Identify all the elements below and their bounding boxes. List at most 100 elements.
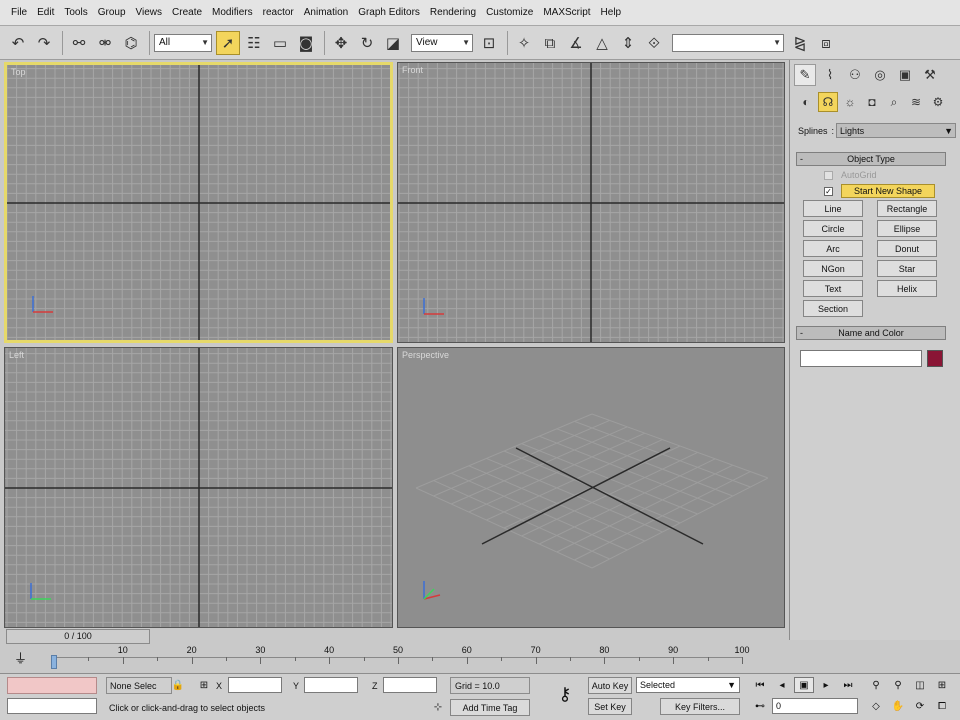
unlink-button[interactable]: ⚮ xyxy=(93,31,117,55)
menu-views[interactable]: Views xyxy=(131,0,168,26)
align-button[interactable]: ⧈ xyxy=(814,31,838,55)
window-crossing-button[interactable]: ◙ xyxy=(294,31,318,55)
tab-motion[interactable]: ◎ xyxy=(869,64,891,86)
zoom-extents-icon[interactable]: ◫ xyxy=(910,677,930,693)
viewport-label-front[interactable]: Front xyxy=(402,65,423,75)
maxscript-input[interactable] xyxy=(7,698,97,714)
viewport-label-left[interactable]: Left xyxy=(9,350,24,360)
viewport-left[interactable]: Left xyxy=(4,347,393,628)
star-button[interactable]: Star xyxy=(877,260,937,277)
category-cameras[interactable]: ◘ xyxy=(862,92,882,112)
viewport-top[interactable]: Top xyxy=(4,62,393,343)
select-manipulate-button[interactable]: ✧ xyxy=(512,31,536,55)
select-and-scale-button[interactable]: ◪ xyxy=(381,31,405,55)
key-filters-button[interactable]: Key Filters... xyxy=(660,698,740,715)
percent-snap-button[interactable]: △ xyxy=(590,31,614,55)
named-selection-dropdown[interactable]: ▼ xyxy=(672,33,784,52)
category-helpers[interactable]: ⌕ xyxy=(884,92,904,112)
play-icon[interactable]: ▣ xyxy=(794,677,814,693)
go-to-start-icon[interactable]: ⏮ xyxy=(750,677,770,693)
viewport-label-perspective[interactable]: Perspective xyxy=(402,350,449,360)
key-mode-dropdown[interactable]: Selected ▼ xyxy=(636,677,740,693)
z-coordinate-field[interactable] xyxy=(383,677,437,693)
category-dropdown[interactable]: Lights ▼ xyxy=(836,123,956,138)
current-frame-field[interactable]: 0 xyxy=(772,698,858,714)
menu-rendering[interactable]: Rendering xyxy=(425,0,481,26)
select-by-name-button[interactable]: ☷ xyxy=(242,31,266,55)
rectangular-selection-button[interactable]: ▭ xyxy=(268,31,292,55)
donut-button[interactable]: Donut xyxy=(877,240,937,257)
viewport-front[interactable]: Front xyxy=(397,62,785,343)
menu-animation[interactable]: Animation xyxy=(299,0,353,26)
next-frame-icon[interactable]: ▸ xyxy=(816,677,836,693)
angle-snap-button[interactable]: ∡ xyxy=(564,31,588,55)
time-cursor[interactable] xyxy=(51,655,57,669)
category-lights[interactable]: ☼ xyxy=(840,92,860,112)
viewport-perspective[interactable]: Perspective xyxy=(397,347,785,628)
set-key-icon[interactable]: ⚷ xyxy=(550,682,580,706)
lock-selection-icon[interactable]: 🔒 xyxy=(168,677,188,693)
absolute-offset-toggle-icon[interactable]: ⊞ xyxy=(194,677,214,693)
menu-tools[interactable]: Tools xyxy=(59,0,92,26)
zoom-all-icon[interactable]: ⚲ xyxy=(888,677,908,693)
time-slider[interactable]: 0 / 100 xyxy=(6,629,150,644)
orbit-icon[interactable]: ⟳ xyxy=(910,698,930,714)
snaps-toggle-button[interactable]: ⧉ xyxy=(538,31,562,55)
arc-button[interactable]: Arc xyxy=(803,240,863,257)
tab-hierarchy[interactable]: ⚇ xyxy=(844,64,866,86)
set-key-button[interactable]: Set Key xyxy=(588,698,632,715)
autogrid-checkbox[interactable] xyxy=(824,170,833,180)
selection-filter-dropdown[interactable]: All ▼ xyxy=(154,33,212,52)
menu-create[interactable]: Create xyxy=(167,0,207,26)
x-coordinate-field[interactable] xyxy=(228,677,282,693)
tab-create[interactable]: ✎ xyxy=(794,64,816,86)
category-geometry[interactable]: ◐ xyxy=(796,92,816,112)
section-button[interactable]: Section xyxy=(803,300,863,317)
menu-group[interactable]: Group xyxy=(93,0,131,26)
maximize-viewport-icon[interactable]: ⧠ xyxy=(932,698,952,714)
use-pivot-center-button[interactable]: ⊡ xyxy=(477,31,501,55)
category-shapes[interactable]: ☊ xyxy=(818,92,838,112)
maxscript-listener-mini[interactable] xyxy=(7,677,97,694)
track-bar[interactable]: 10 20 30 40 50 60 70 80 90 100 xyxy=(0,645,790,673)
edit-named-selection-button[interactable]: ⟐ xyxy=(642,31,666,55)
object-color-swatch[interactable] xyxy=(927,350,943,367)
tab-utilities[interactable]: ⚒ xyxy=(919,64,941,86)
go-to-end-icon[interactable]: ⏭ xyxy=(838,677,858,693)
field-of-view-icon[interactable]: ◇ xyxy=(866,698,886,714)
menu-file[interactable]: File xyxy=(6,0,32,26)
text-button[interactable]: Text xyxy=(803,280,863,297)
y-coordinate-field[interactable] xyxy=(304,677,358,693)
select-and-move-button[interactable]: ✥ xyxy=(329,31,353,55)
redo-button[interactable]: ↷ xyxy=(32,31,56,55)
line-button[interactable]: Line xyxy=(803,200,863,217)
select-object-button[interactable]: ➚ xyxy=(216,30,240,55)
category-space-warps[interactable]: ≋ xyxy=(906,92,926,112)
bind-space-warp-button[interactable]: ⌬ xyxy=(119,31,143,55)
select-and-rotate-button[interactable]: ↻ xyxy=(355,31,379,55)
name-color-rollout-header[interactable]: - Name and Color xyxy=(796,326,946,340)
auto-key-button[interactable]: Auto Key xyxy=(588,677,632,694)
add-time-tag-button[interactable]: Add Time Tag xyxy=(450,699,530,716)
tab-modify[interactable]: ⌇ xyxy=(819,64,841,86)
helix-button[interactable]: Helix xyxy=(877,280,937,297)
zoom-icon[interactable]: ⚲ xyxy=(866,677,886,693)
menu-help[interactable]: Help xyxy=(596,0,627,26)
object-type-rollout-header[interactable]: - Object Type xyxy=(796,152,946,166)
previous-frame-icon[interactable]: ◂ xyxy=(772,677,792,693)
menu-customize[interactable]: Customize xyxy=(481,0,538,26)
menu-graph-editors[interactable]: Graph Editors xyxy=(353,0,425,26)
circle-button[interactable]: Circle xyxy=(803,220,863,237)
select-and-link-button[interactable]: ⚯ xyxy=(67,31,91,55)
key-mode-toggle-icon[interactable]: ⊷ xyxy=(750,698,770,714)
reference-coordinate-dropdown[interactable]: View ▼ xyxy=(411,33,473,52)
spinner-snap-button[interactable]: ⇕ xyxy=(616,31,640,55)
start-new-shape-button[interactable]: Start New Shape xyxy=(841,184,935,198)
ngon-button[interactable]: NGon xyxy=(803,260,863,277)
rectangle-button[interactable]: Rectangle xyxy=(877,200,937,217)
zoom-extents-all-icon[interactable]: ⊞ xyxy=(932,677,952,693)
menu-modifiers[interactable]: Modifiers xyxy=(207,0,258,26)
mirror-button[interactable]: ⧎ xyxy=(788,31,812,55)
start-new-shape-checkbox[interactable]: ✓ xyxy=(824,186,833,196)
tab-display[interactable]: ▣ xyxy=(894,64,916,86)
